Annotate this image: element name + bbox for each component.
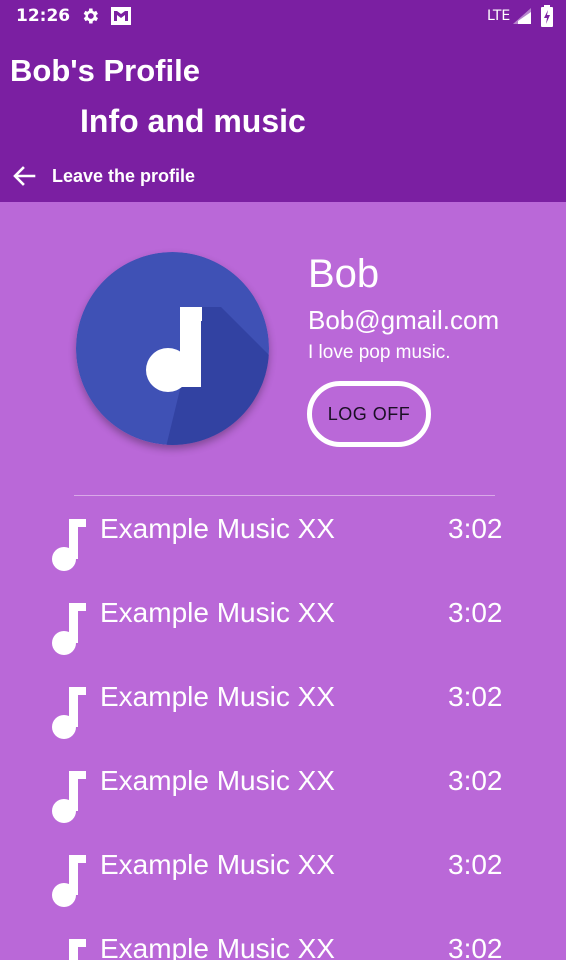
track-duration: 3:02 (448, 513, 503, 544)
track-duration: 3:02 (448, 597, 503, 628)
profile-name: Bob (308, 252, 380, 296)
music-note-icon (76, 252, 269, 445)
music-note-icon (69, 939, 86, 960)
track-title: Example Music XX (100, 849, 335, 880)
track-duration: 3:02 (448, 681, 503, 712)
track-title: Example Music XX (100, 765, 335, 796)
profile-email: Bob@gmail.com (308, 305, 500, 335)
divider (74, 495, 495, 496)
track-title: Example Music XX (100, 513, 335, 544)
list-item[interactable]: Example Music XX 3:02 (0, 833, 566, 917)
leave-profile-label: Leave the profile (52, 166, 196, 186)
app-bar: Bob's Profile Info and music Leave the p… (0, 33, 566, 202)
profile-bio: I love pop music. (308, 342, 451, 363)
page-title: Bob's Profile (10, 53, 200, 88)
avatar (76, 252, 269, 445)
status-network-label: LTE (487, 8, 511, 24)
track-list: Example Music XX 3:02 Example Music XX 3… (0, 497, 566, 960)
mail-icon (111, 7, 131, 25)
status-bar: 12:26 LTE (0, 0, 566, 33)
list-item[interactable]: Example Music XX 3:02 (0, 749, 566, 833)
signal-icon (513, 8, 531, 24)
music-note-icon (52, 603, 86, 655)
page-subtitle: Info and music (80, 103, 306, 139)
music-note-icon (52, 771, 86, 823)
music-note-icon (52, 687, 86, 739)
track-title: Example Music XX (100, 597, 335, 628)
battery-icon (541, 5, 553, 27)
track-duration: 3:02 (448, 933, 503, 960)
list-item[interactable]: Example Music XX 3:02 (0, 665, 566, 749)
music-note-icon (52, 519, 86, 571)
track-title: Example Music XX (100, 681, 335, 712)
list-item[interactable]: Example Music XX 3:02 (0, 497, 566, 581)
log-off-button[interactable]: LOG OFF (307, 381, 431, 447)
settings-icon (83, 8, 98, 24)
track-duration: 3:02 (448, 765, 503, 796)
list-item[interactable]: Example Music XX 3:02 (0, 917, 566, 960)
leave-profile-button[interactable]: Leave the profile (0, 161, 240, 191)
status-time: 12:26 (16, 6, 71, 26)
music-note-icon (52, 855, 86, 907)
track-title: Example Music XX (100, 933, 335, 960)
arrow-left-icon (13, 166, 36, 186)
track-duration: 3:02 (448, 849, 503, 880)
list-item[interactable]: Example Music XX 3:02 (0, 581, 566, 665)
